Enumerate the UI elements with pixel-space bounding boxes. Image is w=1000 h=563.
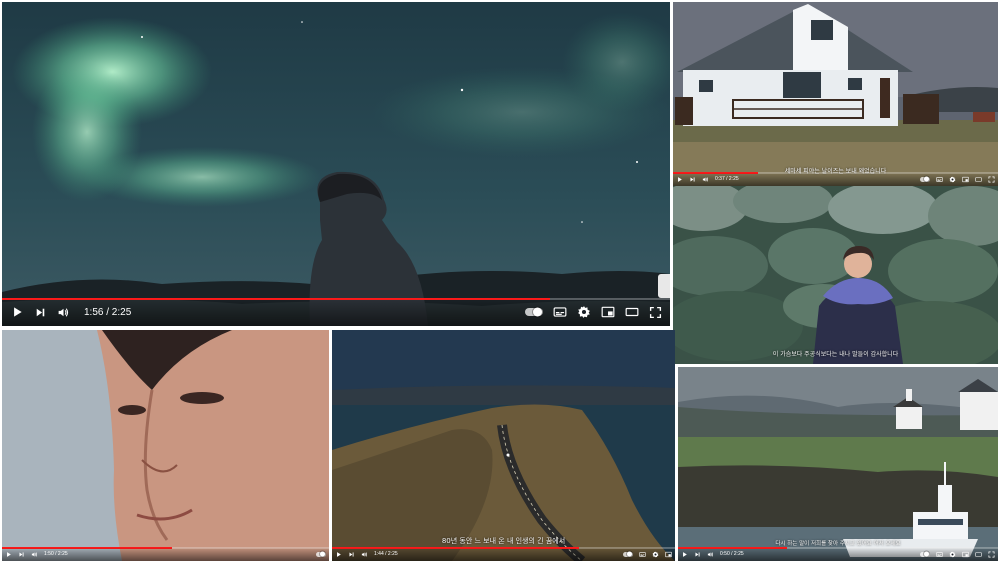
video-frame-house[interactable]: 세마세 피야는 날이즈는 보내 왜었습니다 0:37 / 2:25: [673, 2, 998, 186]
side-panel-button[interactable]: [658, 274, 670, 298]
time-display: 1:44 / 2:25: [374, 551, 398, 557]
time-display: 0:50 / 2:25: [720, 551, 744, 557]
video-frame-moss[interactable]: 이 가슴보다 주공식보다는 내나 말들이 감사합니다: [673, 186, 998, 364]
moss-scene: [673, 186, 998, 364]
video-frame-road[interactable]: 80년 동안 느 보내 온 내 인생의 긴 꿈에서 1:44 / 2:25: [332, 330, 675, 561]
video-frame-face[interactable]: 1:50 / 2:25: [2, 330, 329, 561]
road-scene: [332, 330, 675, 561]
house-scene: [673, 2, 998, 186]
volume-icon[interactable]: [707, 551, 714, 558]
fullscreen-icon[interactable]: [649, 306, 662, 319]
play-icon[interactable]: [5, 551, 12, 558]
autoplay-toggle[interactable]: [525, 308, 543, 316]
player-controls: 0:37 / 2:25: [673, 172, 998, 186]
next-icon[interactable]: [694, 551, 701, 558]
volume-icon[interactable]: [361, 551, 368, 558]
miniplayer-icon[interactable]: [601, 305, 615, 319]
player-controls: 1:56 / 2:25: [2, 298, 670, 326]
autoplay-toggle[interactable]: [623, 551, 633, 557]
theater-icon[interactable]: [975, 176, 982, 183]
next-icon[interactable]: [348, 551, 355, 558]
volume-icon[interactable]: [57, 306, 70, 319]
subtitles-icon[interactable]: [936, 551, 943, 558]
fullscreen-icon[interactable]: [988, 551, 995, 558]
miniplayer-icon[interactable]: [962, 176, 969, 183]
autoplay-toggle[interactable]: [316, 551, 326, 557]
volume-icon[interactable]: [31, 551, 38, 558]
player-controls: 1:50 / 2:25: [2, 547, 329, 561]
next-icon[interactable]: [18, 551, 25, 558]
player-controls: 0:50 / 2:25: [678, 547, 998, 561]
subtitles-icon[interactable]: [936, 176, 943, 183]
autoplay-toggle[interactable]: [920, 551, 930, 557]
fullscreen-icon[interactable]: [988, 176, 995, 183]
time-display: 0:37 / 2:25: [715, 176, 739, 182]
next-icon[interactable]: [34, 306, 47, 319]
time-display: 1:50 / 2:25: [44, 551, 68, 557]
gear-icon[interactable]: [949, 176, 956, 183]
church-scene: [678, 367, 998, 561]
video-frame-church[interactable]: 다시 하는 말이 저희를 찾아 주시고 있어요 어서 오세요 0:50 / 2:…: [678, 367, 998, 561]
volume-icon[interactable]: [702, 176, 709, 183]
play-icon[interactable]: [335, 551, 342, 558]
play-icon[interactable]: [676, 176, 683, 183]
subtitle-caption: 다시 하는 말이 저희를 찾아 주시고 있어요 어서 오세요: [775, 541, 901, 547]
theater-icon[interactable]: [625, 305, 639, 319]
gear-icon[interactable]: [577, 305, 591, 319]
play-icon[interactable]: [10, 305, 24, 319]
subtitle-caption: 80년 동안 느 보내 온 내 인생의 긴 꿈에서: [441, 537, 566, 545]
gear-icon[interactable]: [652, 551, 659, 558]
subtitle-caption: 이 가슴보다 주공식보다는 내나 말들이 감사합니다: [772, 351, 899, 358]
play-icon[interactable]: [681, 551, 688, 558]
theater-icon[interactable]: [975, 551, 982, 558]
gear-icon[interactable]: [949, 551, 956, 558]
aurora-scene: [2, 2, 670, 326]
miniplayer-icon[interactable]: [962, 551, 969, 558]
time-display: 1:56 / 2:25: [84, 306, 132, 318]
miniplayer-icon[interactable]: [665, 551, 672, 558]
player-controls: 1:44 / 2:25: [332, 547, 675, 561]
face-scene: [2, 330, 329, 561]
subtitles-icon[interactable]: [639, 551, 646, 558]
subtitles-icon[interactable]: [553, 305, 567, 319]
next-icon[interactable]: [689, 176, 696, 183]
video-frame-aurora[interactable]: 1:56 / 2:25: [2, 2, 670, 326]
autoplay-toggle[interactable]: [920, 176, 930, 182]
